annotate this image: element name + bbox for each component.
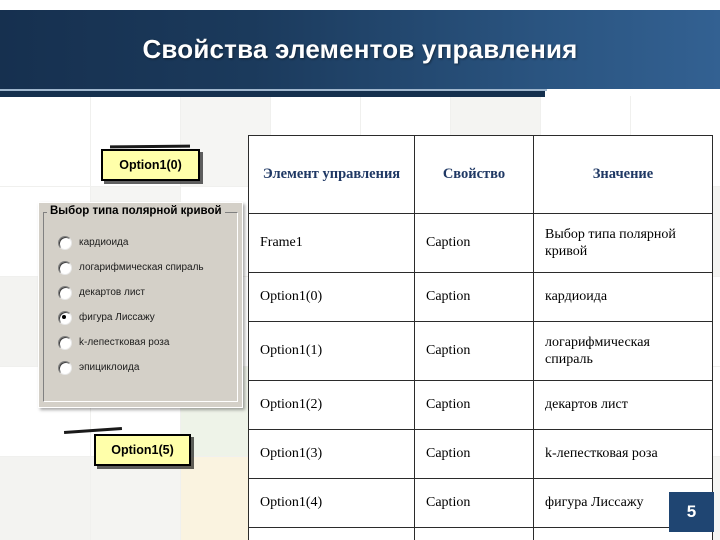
vb-radio-option-1[interactable]: логарифмическая спираль [58, 255, 236, 280]
vb-radio-option-5[interactable]: эпициклоида [58, 355, 236, 380]
radio-circle-icon[interactable] [58, 260, 72, 275]
properties-table-head: Элемент управления Свойство Значение [248, 135, 713, 214]
cell-property: Caption [414, 272, 534, 322]
column-header-value: Значение [533, 135, 713, 214]
vb-radio-option-2[interactable]: декартов лист [58, 280, 236, 305]
cell-value: k-лепестковая роза [533, 429, 713, 479]
vb-radio-option-label: логарифмическая спираль [79, 262, 204, 273]
cell-element: Option1(4) [248, 478, 415, 528]
vb-option-frame: Выбор типа полярной кривой кардиоида лога… [38, 202, 243, 408]
vb-radio-option-label: фигура Лиссажу [79, 312, 155, 323]
radio-circle-icon[interactable] [58, 335, 72, 350]
column-header-element: Элемент управления [248, 135, 415, 214]
page-title: Свойства элементов управления [142, 34, 578, 64]
table-row: Option1(0) Caption кардиоида [248, 272, 713, 322]
slide-canvas: Свойства элементов управления Option1(0)… [0, 0, 720, 540]
cell-element: Option1(3) [248, 429, 415, 479]
table-row: Frame1 Caption Выбор типа полярной кривой [248, 213, 713, 273]
callout-option1-0: Option1(0) [101, 149, 200, 181]
table-row: Option1(5)Captionэпициклоида [248, 527, 713, 540]
title-rule-dark [0, 91, 545, 97]
cell-property: Caption [414, 527, 534, 540]
vb-radio-option-label: k-лепестковая роза [79, 337, 170, 348]
background-square [90, 456, 180, 540]
title-banner: Свойства элементов управления [0, 10, 720, 89]
table-row: Option1(1) Caption логарифмическая спираль [248, 321, 713, 381]
page-number-badge: 5 [669, 492, 714, 532]
cell-element: Option1(1) [248, 321, 415, 381]
column-header-property: Свойство [414, 135, 534, 214]
vb-radio-option-3[interactable]: фигура Лиссажу [58, 305, 236, 330]
cell-property: Caption [414, 478, 534, 528]
table-row: Option1(3) Caption k-лепестковая роза [248, 429, 713, 479]
radio-circle-icon[interactable] [58, 235, 72, 250]
vb-frame-caption: Выбор типа полярной кривой [47, 205, 225, 217]
vb-radio-option-label: эпициклоида [79, 362, 140, 373]
properties-table: Элемент управления Свойство Значение Fra… [248, 135, 713, 540]
cell-value: логарифмическая спираль [533, 321, 713, 381]
radio-circle-icon[interactable] [58, 360, 72, 375]
vb-radio-option-label: декартов лист [79, 287, 146, 298]
cell-element: Option1(5) [248, 527, 415, 540]
cell-element: Frame1 [248, 213, 415, 273]
table-row: Option1(4) Caption фигура Лиссажу [248, 478, 713, 528]
vb-radio-option-0[interactable]: кардиоида [58, 230, 236, 255]
cell-property: Caption [414, 429, 534, 479]
cell-property: Caption [414, 380, 534, 430]
cell-element: Option1(0) [248, 272, 415, 322]
callout-option1-5: Option1(5) [94, 434, 191, 466]
cell-value: Выбор типа полярной кривой [533, 213, 713, 273]
cell-property: Caption [414, 213, 534, 273]
table-header-row: Элемент управления Свойство Значение [248, 135, 713, 214]
background-square [0, 456, 90, 540]
vb-radio-option-4[interactable]: k-лепестковая роза [58, 330, 236, 355]
radio-circle-icon[interactable] [58, 285, 72, 300]
cell-value: кардиоида [533, 272, 713, 322]
radio-circle-icon[interactable] [58, 310, 72, 325]
table-row: Option1(2) Caption декартов лист [248, 380, 713, 430]
vb-radio-option-label: кардиоида [79, 237, 129, 248]
cell-value: декартов лист [533, 380, 713, 430]
properties-table-body: Frame1 Caption Выбор типа полярной кривой O… [248, 213, 713, 540]
cell-property: Caption [414, 321, 534, 381]
vb-radio-group: кардиоида логарифмическая спираль декартов… [58, 230, 236, 380]
cell-element: Option1(2) [248, 380, 415, 430]
